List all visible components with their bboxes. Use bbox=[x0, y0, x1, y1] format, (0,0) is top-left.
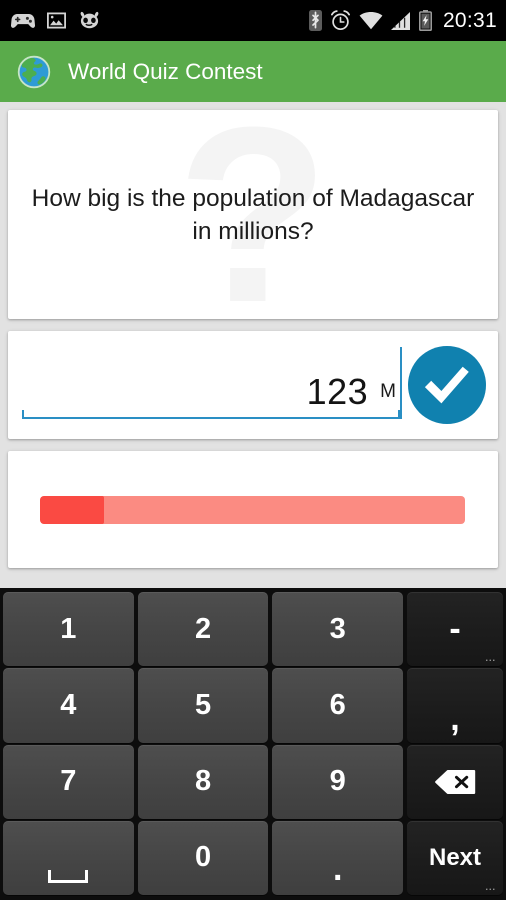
key-dash[interactable]: -... bbox=[407, 592, 504, 667]
key-3-label: 3 bbox=[329, 612, 346, 645]
key-7[interactable]: 7 bbox=[3, 744, 134, 819]
keyboard-row: 7 8 9 bbox=[3, 744, 504, 819]
timer-progress-fill bbox=[40, 495, 104, 524]
key-comma[interactable]: , bbox=[407, 668, 504, 743]
status-bar-right-icons: 20:31 bbox=[308, 8, 497, 33]
key-3[interactable]: 3 bbox=[272, 592, 404, 667]
key-2-label: 2 bbox=[194, 612, 212, 645]
cyanogenmod-icon bbox=[80, 11, 99, 29]
key-comma-label: , bbox=[450, 699, 460, 738]
battery-charging-icon bbox=[418, 10, 432, 31]
answer-value: 123 bbox=[306, 371, 369, 412]
key-9-label: 9 bbox=[329, 765, 346, 798]
key-next[interactable]: Next... bbox=[407, 820, 504, 895]
backspace-icon bbox=[435, 769, 476, 794]
space-icon bbox=[48, 870, 89, 883]
key-1[interactable]: 1 bbox=[3, 592, 134, 667]
wifi-icon bbox=[359, 11, 383, 29]
timer-card bbox=[8, 451, 498, 568]
answer-input[interactable]: 123 M bbox=[22, 347, 402, 419]
status-bar: 20:31 bbox=[0, 0, 506, 41]
key-backspace[interactable] bbox=[407, 744, 504, 819]
keyboard-row: 4 5 6, bbox=[3, 668, 504, 743]
answer-unit-label: M bbox=[380, 381, 396, 402]
key-5[interactable]: 5 bbox=[137, 668, 269, 743]
key-4-label: 4 bbox=[60, 688, 77, 721]
answer-card: 123 M bbox=[8, 331, 498, 439]
numeric-keyboard: 1 2 3 -... 4 5 6, 7 8 9 0. Next... bbox=[0, 588, 506, 900]
signal-icon bbox=[390, 11, 410, 30]
check-icon bbox=[424, 366, 469, 404]
bluetooth-icon bbox=[308, 10, 322, 31]
key-space[interactable] bbox=[3, 820, 134, 895]
phone-screen: 20:31 World Quiz Contest ? How big is th… bbox=[0, 0, 506, 900]
key-period[interactable]: . bbox=[272, 820, 404, 895]
app-bar: World Quiz Contest bbox=[0, 41, 506, 102]
key-next-hint: ... bbox=[485, 882, 497, 892]
key-0-label: 0 bbox=[194, 841, 212, 874]
status-bar-left-icons bbox=[11, 11, 101, 30]
content-area: ? How big is the population of Madagasca… bbox=[0, 102, 506, 588]
key-8-label: 8 bbox=[194, 765, 212, 798]
key-dash-hint: ... bbox=[485, 653, 497, 664]
key-2[interactable]: 2 bbox=[137, 592, 269, 667]
key-dash-label: - bbox=[449, 609, 461, 648]
question-text: How big is the population of Madagascar … bbox=[31, 184, 475, 245]
key-5-label: 5 bbox=[194, 688, 212, 721]
keyboard-row: 1 2 3 -... bbox=[3, 592, 504, 667]
key-0[interactable]: 0 bbox=[137, 820, 269, 895]
key-6[interactable]: 6 bbox=[272, 668, 404, 743]
key-4[interactable]: 4 bbox=[3, 668, 134, 743]
keyboard-row: 0. Next... bbox=[3, 820, 504, 895]
key-period-label: . bbox=[332, 850, 343, 888]
submit-answer-button[interactable] bbox=[408, 346, 486, 424]
alarm-icon bbox=[330, 10, 350, 31]
gamepad-icon bbox=[11, 13, 35, 28]
key-8[interactable]: 8 bbox=[137, 744, 269, 819]
key-6-label: 6 bbox=[329, 688, 346, 721]
image-icon bbox=[47, 12, 66, 29]
key-next-label: Next bbox=[429, 843, 482, 871]
key-7-label: 7 bbox=[60, 765, 77, 798]
globe-icon bbox=[17, 55, 51, 88]
question-card: ? How big is the population of Madagasca… bbox=[8, 110, 498, 319]
timer-progress-track bbox=[40, 495, 465, 524]
app-title: World Quiz Contest bbox=[68, 58, 263, 84]
key-9[interactable]: 9 bbox=[272, 744, 404, 819]
status-bar-clock: 20:31 bbox=[442, 8, 497, 32]
key-1-label: 1 bbox=[60, 612, 77, 645]
